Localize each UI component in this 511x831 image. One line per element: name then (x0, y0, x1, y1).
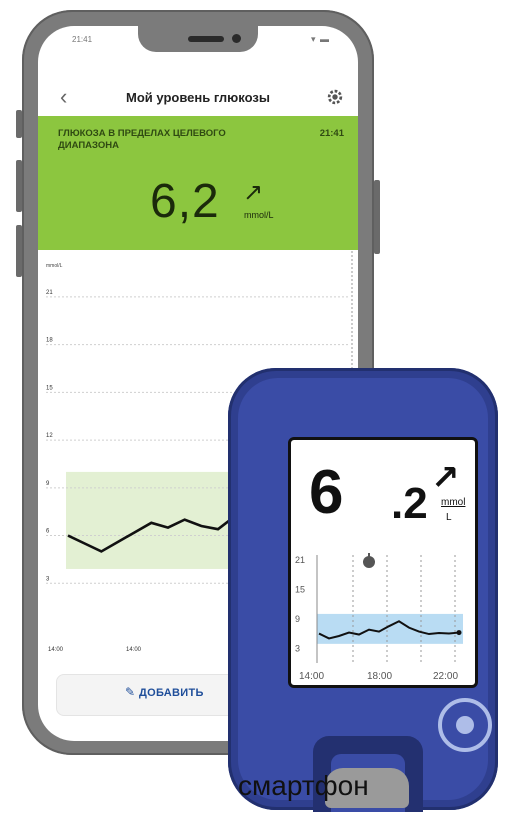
page-title: Мой уровень глюкозы (126, 90, 270, 105)
front-camera (232, 34, 241, 43)
status-time: 21:41 (72, 35, 93, 44)
speaker (188, 36, 224, 42)
glucose-reader-device: 6 .2 ↗ mmol L 21 15 9 3 14:00 18:00 22:00 (228, 368, 498, 812)
current-reading-dot (456, 630, 462, 636)
home-button[interactable] (438, 698, 492, 752)
add-button-label: ДОБАВИТЬ (139, 687, 204, 699)
y-tick-label: 9 (295, 614, 300, 624)
reading-time: 21:41 (319, 128, 344, 139)
x-tick-label: 14:00 (48, 647, 64, 653)
range-status-text: ГЛЮКОЗА В ПРЕДЕЛАХ ЦЕЛЕВОГО ДИАПАЗОНА (58, 128, 226, 151)
y-tick-label: 3 (46, 576, 50, 582)
y-tick-label: 15 (295, 584, 305, 594)
x-tick-label: 22:00 (433, 671, 458, 682)
mute-switch (16, 110, 22, 138)
gear-icon[interactable] (326, 88, 344, 106)
glucose-status-banner: ГЛЮКОЗА В ПРЕДЕЛАХ ЦЕЛЕВОГО ДИАПАЗОНА 21… (38, 116, 358, 250)
status-icons: ▾ ▬ (310, 34, 330, 44)
reader-value-decimal: .2 (391, 479, 428, 528)
target-range-band (317, 613, 463, 644)
power-button (374, 180, 380, 254)
glucose-unit: mmol/L (244, 210, 274, 220)
volume-down-button (16, 225, 22, 277)
y-tick-label: 18 (46, 338, 53, 344)
home-button-dot (456, 716, 474, 734)
reader-chart: 21 15 9 3 14:00 18:00 22:00 (295, 553, 463, 682)
glucose-value: 6,2 (150, 175, 220, 228)
y-tick-label: 21 (46, 290, 53, 296)
pencil-icon: ✎ (125, 685, 136, 699)
trend-arrow-icon: ↗ (243, 179, 264, 206)
y-tick-label: 15 (46, 385, 53, 391)
chart-unit-label: mmol/L (46, 263, 63, 269)
reader-unit-top: mmol (441, 497, 466, 508)
y-tick-label: 3 (295, 643, 300, 653)
reader-screen: 6 .2 ↗ mmol L 21 15 9 3 14:00 18:00 22:00 (288, 437, 478, 688)
apple-icon (363, 553, 375, 568)
x-tick-label: 14:00 (299, 671, 324, 682)
y-tick-label: 6 (46, 529, 50, 535)
caption: смартфон (238, 770, 369, 801)
volume-up-button (16, 160, 22, 212)
x-tick-label: 18:00 (367, 671, 392, 682)
reader-trend-arrow-icon: ↗ (431, 459, 460, 497)
y-tick-label: 12 (46, 433, 53, 439)
reader-value-integer: 6 (309, 458, 344, 527)
y-tick-label: 21 (295, 555, 305, 565)
app-header: ‹ Мой уровень глюкозы (38, 82, 358, 116)
y-tick-label: 9 (46, 481, 50, 487)
x-tick-label: 14:00 (126, 647, 142, 653)
reader-unit-bottom: L (446, 512, 452, 523)
